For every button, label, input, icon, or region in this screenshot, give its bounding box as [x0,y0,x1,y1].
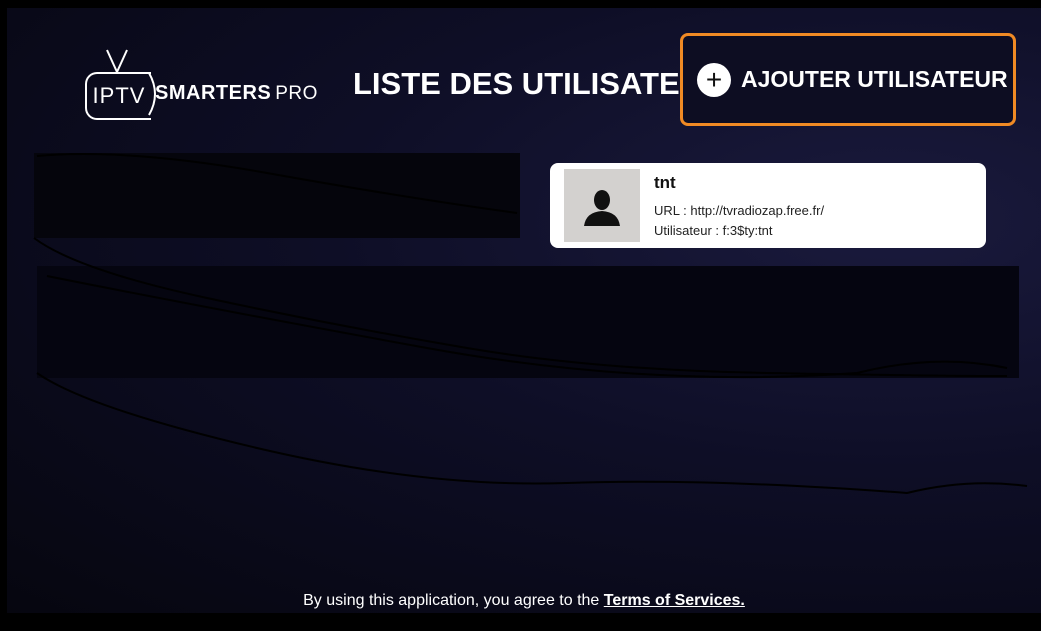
redacted-region [34,153,520,238]
user-username: Utilisateur : f:3$ty:tnt [654,223,773,238]
logo-pro-text: PRO [275,83,318,104]
add-user-button[interactable]: + AJOUTER UTILISATEUR [680,33,1016,126]
footer: By using this application, you agree to … [7,592,1041,610]
page-title: LISTE DES UTILISATEU [353,66,703,101]
username-label: Utilisateur : [654,223,720,238]
url-value: http://tvradiozap.free.fr/ [690,203,825,218]
logo-iptv-text: IPTV [92,83,146,108]
app-logo: IPTV SMARTERS PRO [85,48,325,120]
logo-iptv: IPTV [85,72,151,120]
plus-icon: + [697,62,731,97]
footer-text: By using this application, you agree to … [303,592,600,609]
avatar [564,169,640,242]
username-value: f:3$ty:tnt [722,223,773,238]
redacted-region [37,266,1019,378]
add-user-label: AJOUTER UTILISATEUR [741,66,1008,92]
app-screen: IPTV SMARTERS PRO LISTE DES UTILISATEU + … [7,8,1041,613]
terms-link[interactable]: Terms of Services. [604,592,745,609]
user-silhouette-icon [584,189,620,226]
url-label: URL : [654,203,687,218]
user-name: tnt [654,173,676,192]
logo-smarters-text: SMARTERS [155,82,272,104]
logo-smarters: SMARTERS PRO [155,82,318,105]
user-card[interactable]: tnt URL : http://tvradiozap.free.fr/ Uti… [550,163,986,248]
user-url: URL : http://tvradiozap.free.fr/ [654,203,824,218]
